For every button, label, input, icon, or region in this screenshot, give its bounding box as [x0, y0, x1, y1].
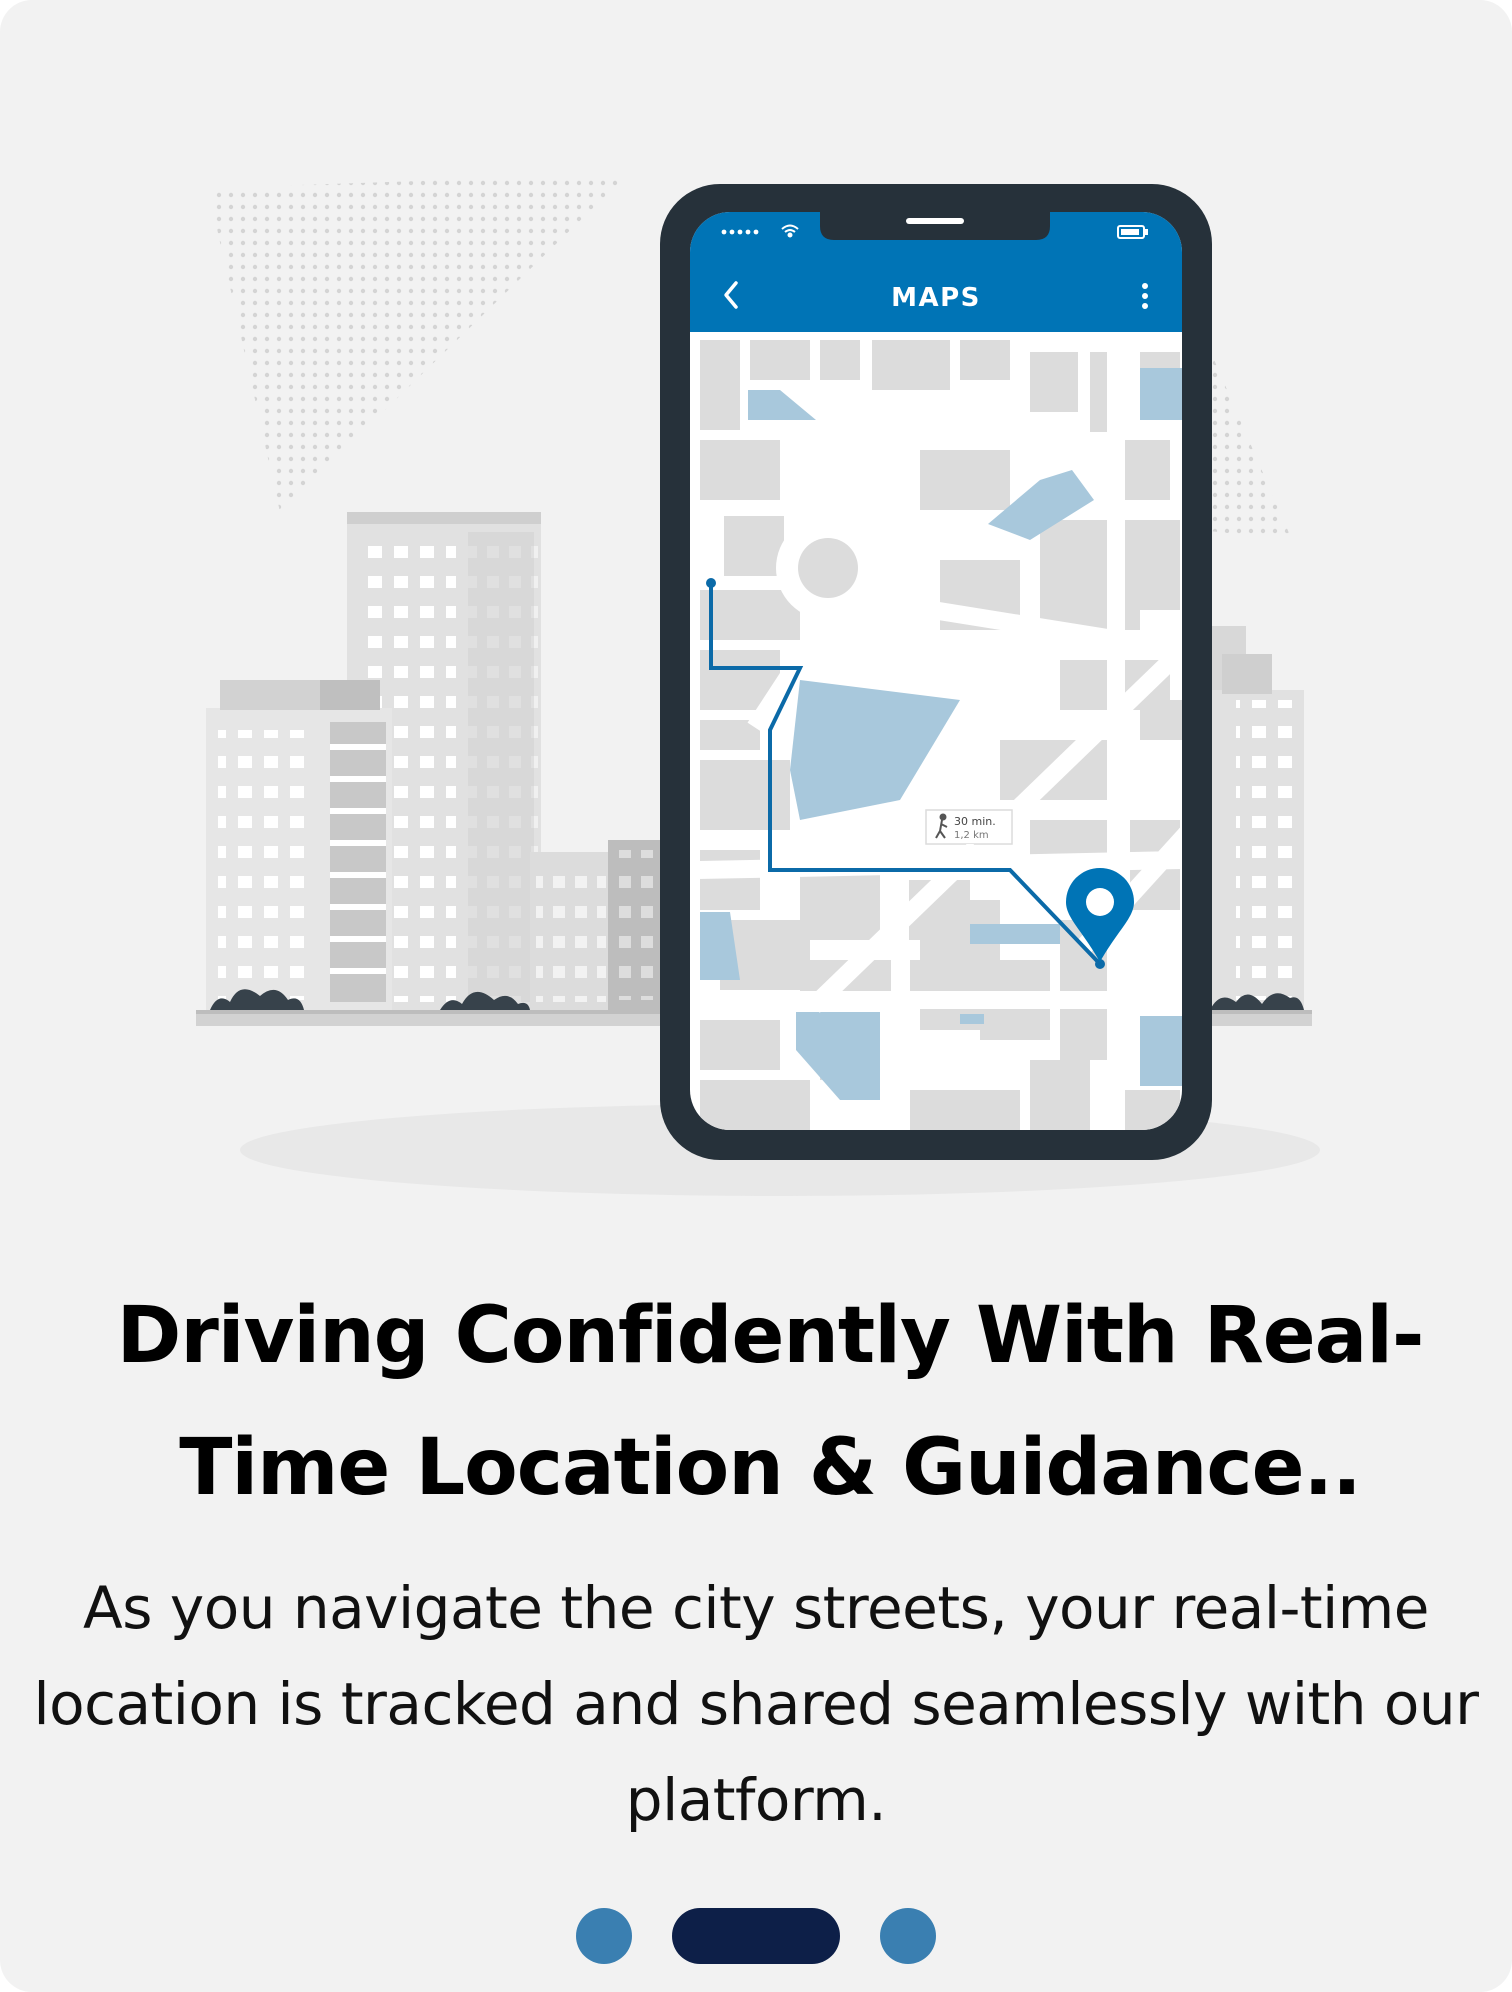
phone-notch	[820, 212, 1050, 240]
page-dot-3[interactable]	[880, 1908, 936, 1964]
city-map-illustration: 30 min. 1,2 km MAPS	[196, 174, 1320, 1196]
dotted-triangle-decor	[208, 174, 628, 512]
page-dot-2-active[interactable]	[672, 1908, 840, 1964]
onboarding-card: 30 min. 1,2 km MAPS Driving Confidently …	[0, 0, 1512, 1992]
page-indicator	[0, 1908, 1512, 1964]
description: As you navigate the city streets, your r…	[33, 1574, 1479, 1834]
app-title: MAPS	[891, 283, 981, 313]
route-start-dot	[706, 578, 716, 588]
eta-time: 30 min.	[954, 815, 996, 828]
phone-mockup: 30 min. 1,2 km MAPS	[660, 184, 1212, 1160]
eta-distance: 1,2 km	[954, 830, 989, 841]
chevron-left-icon[interactable]	[716, 276, 746, 316]
page-dot-1[interactable]	[576, 1908, 632, 1964]
headline: Driving Confidently With Real-Time Locat…	[116, 1291, 1425, 1513]
more-vertical-icon[interactable]	[1134, 280, 1156, 320]
